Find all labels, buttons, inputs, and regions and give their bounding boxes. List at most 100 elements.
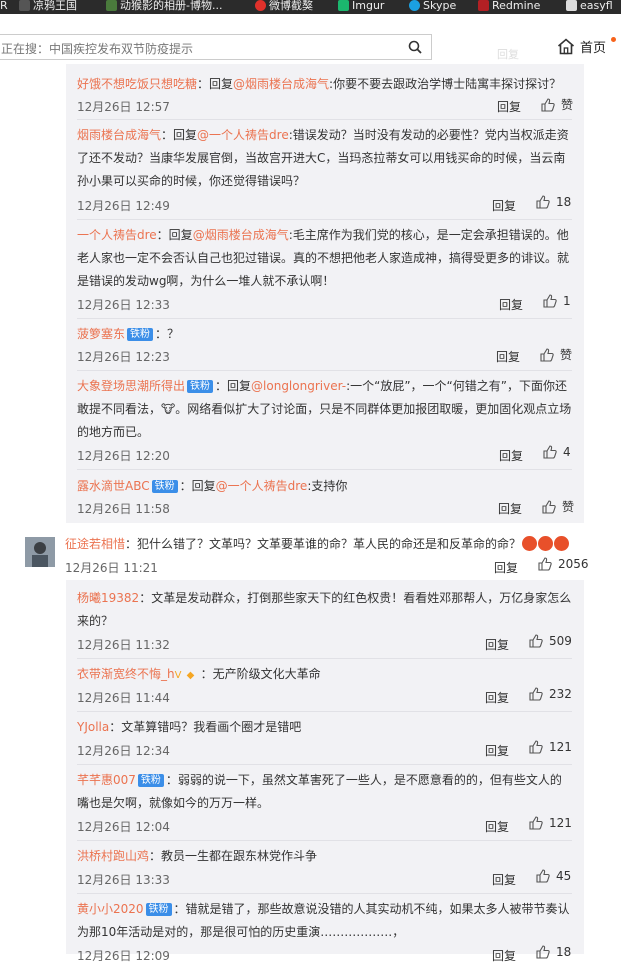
- reply-meta: 12月26日 11:58 回复 赞: [77, 498, 574, 518]
- reply-meta: 12月26日 12:49 回复 18: [77, 195, 572, 215]
- reply-time: 12月26日 12:20: [77, 449, 170, 463]
- thumbs-up-icon: [529, 816, 543, 830]
- reply-time: 12月26日 12:23: [77, 350, 170, 364]
- verified-v-icon: V: [174, 670, 182, 681]
- avatar[interactable]: [25, 537, 55, 567]
- like-button[interactable]: 121: [529, 740, 572, 754]
- mention-link[interactable]: @烟雨楼台成海气: [233, 77, 329, 91]
- like-button[interactable]: 232: [529, 687, 572, 701]
- search-icon[interactable]: [408, 40, 422, 54]
- home-link[interactable]: 首页: [557, 37, 606, 56]
- search-input[interactable]: 正在搜：中国疾控发布双节防疫提示: [0, 34, 432, 60]
- like-button[interactable]: 赞: [540, 346, 572, 363]
- reply-button[interactable]: 回复: [496, 348, 520, 365]
- like-button[interactable]: 1: [543, 294, 571, 308]
- reply-username[interactable]: YJolla: [77, 720, 109, 734]
- reply-text: 洪桥村跑山鸡：教员一生都在跟东林党作斗争: [77, 849, 318, 863]
- divider: [77, 219, 572, 220]
- like-button[interactable]: 45: [536, 869, 571, 883]
- reply-button[interactable]: 回复: [485, 742, 509, 759]
- fan-level-icon: ◆: [186, 670, 195, 681]
- thumbs-up-icon: [529, 740, 543, 754]
- reply-button[interactable]: 回复: [492, 871, 516, 888]
- reply-button[interactable]: 回复: [499, 447, 523, 464]
- comment-text: 征途若相惜：犯什么错了？文革吗？文革要革谁的命？革人民的命还是和反革命的命？: [65, 533, 585, 556]
- bookmark-item[interactable]: Imgur: [338, 0, 384, 11]
- reply-time: 12月26日 12:34: [77, 744, 170, 758]
- reply-time: 12月26日 13:33: [77, 873, 170, 887]
- like-button[interactable]: 赞: [542, 498, 574, 515]
- like-button[interactable]: 2056: [538, 557, 589, 571]
- like-count: 509: [549, 634, 572, 648]
- mention-link[interactable]: @一个人祷告dre: [216, 479, 308, 493]
- file-icon: [566, 0, 577, 11]
- reply-button[interactable]: 回复: [485, 636, 509, 653]
- reply-username[interactable]: 洪桥村跑山鸡: [77, 849, 149, 863]
- fan-badge: 铁粉: [127, 328, 154, 341]
- like-button[interactable]: 赞: [541, 96, 573, 113]
- thumbs-up-icon: [538, 557, 552, 571]
- bookmark-r[interactable]: R: [0, 0, 8, 11]
- notification-dot: [611, 37, 616, 42]
- reply-button[interactable]: 回复: [498, 500, 522, 517]
- reply-username[interactable]: 衣带渐宽终不悔_h: [77, 667, 175, 681]
- reply-button[interactable]: 回复: [494, 559, 518, 576]
- reply-time: 12月26日 12:57: [77, 100, 170, 114]
- reply-button[interactable]: 回复: [497, 98, 521, 115]
- reply-meta: 12月26日 12:04 回复 121: [77, 816, 572, 836]
- reply-button[interactable]: 回复: [485, 818, 509, 835]
- divider: [77, 318, 572, 319]
- reply-username[interactable]: 露水滴世ABC: [77, 479, 150, 493]
- bookmark-item[interactable]: 微博截獒: [255, 0, 313, 11]
- reply-meta: 12月26日 12:33 回复 1: [77, 294, 572, 314]
- mention-link[interactable]: @烟雨楼台成海气: [193, 228, 289, 242]
- reply-button[interactable]: 回复: [499, 296, 523, 313]
- like-count: 赞: [562, 500, 575, 514]
- like-button[interactable]: 509: [529, 634, 572, 648]
- reply-username[interactable]: 烟雨楼台成海气: [77, 128, 161, 142]
- like-count: 18: [556, 945, 572, 959]
- reply-username[interactable]: 大象登场思潮所得出: [77, 379, 185, 393]
- reply-username[interactable]: 杨曦19382: [77, 591, 139, 605]
- bookmark-item[interactable]: easyfl: [566, 0, 613, 11]
- bookmark-item[interactable]: Redmine: [478, 0, 540, 11]
- fan-badge: 铁粉: [187, 380, 214, 393]
- reply-button[interactable]: 回复: [485, 689, 509, 706]
- bookmarks-bar: R 凉鸦王国 动猴影的相册-博物... 微博截獒 Imgur Skype Red…: [0, 0, 621, 14]
- angry-emoji-icon: [554, 536, 570, 551]
- like-count: 45: [556, 869, 572, 883]
- pixel-icon: [19, 0, 30, 11]
- thumbs-up-icon: [543, 294, 557, 308]
- bookmark-item[interactable]: 凉鸦王国: [19, 0, 77, 11]
- reply-button[interactable]: 回复: [492, 197, 516, 214]
- like-button[interactable]: 121: [529, 816, 572, 830]
- reply-username[interactable]: 黄小小2020: [77, 902, 144, 916]
- mention-link[interactable]: @longlongriver-: [251, 379, 346, 393]
- reply-text: 菠箩塞东 铁粉：？: [77, 327, 180, 341]
- reply-text: 一个人祷告dre：回复@烟雨楼台成海气:毛主席作为我们党的核心，是一定会承担错误…: [77, 228, 570, 288]
- like-button[interactable]: 18: [536, 195, 571, 209]
- divider: [77, 469, 572, 470]
- reply-username[interactable]: 一个人祷告dre: [77, 228, 157, 242]
- like-button[interactable]: 18: [536, 945, 571, 959]
- reply-meta: 12月26日 12:57 回复 赞: [77, 96, 573, 116]
- like-count: 121: [549, 740, 572, 754]
- divider: [77, 764, 572, 765]
- bookmark-item[interactable]: 动猴影的相册-博物...: [106, 0, 222, 11]
- home-label: 首页: [580, 41, 607, 56]
- mention-link[interactable]: @一个人祷告dre: [197, 128, 289, 142]
- reply-time: 12月26日 11:44: [77, 691, 170, 705]
- comment-username[interactable]: 征途若相惜: [65, 537, 125, 551]
- divider: [77, 840, 572, 841]
- reply-meta: 12月26日 12:20 回复 4: [77, 445, 572, 465]
- reply-username[interactable]: 芊芊惠007: [77, 773, 136, 787]
- reply-button[interactable]: 回复: [492, 947, 516, 964]
- thumbs-up-icon: [536, 869, 550, 883]
- like-button[interactable]: 4: [543, 445, 571, 459]
- bookmark-item[interactable]: Skype: [409, 0, 456, 11]
- reply-username[interactable]: 好饿不想吃饭只想吃糖: [77, 77, 197, 91]
- divider: [77, 658, 572, 659]
- comment-meta: 12月26日 11:21 回复 2056: [65, 557, 589, 577]
- reply-text: 衣带渐宽终不悔_hV ◆ ：无产阶级文化大革命: [77, 667, 321, 681]
- reply-username[interactable]: 菠箩塞东: [77, 327, 125, 341]
